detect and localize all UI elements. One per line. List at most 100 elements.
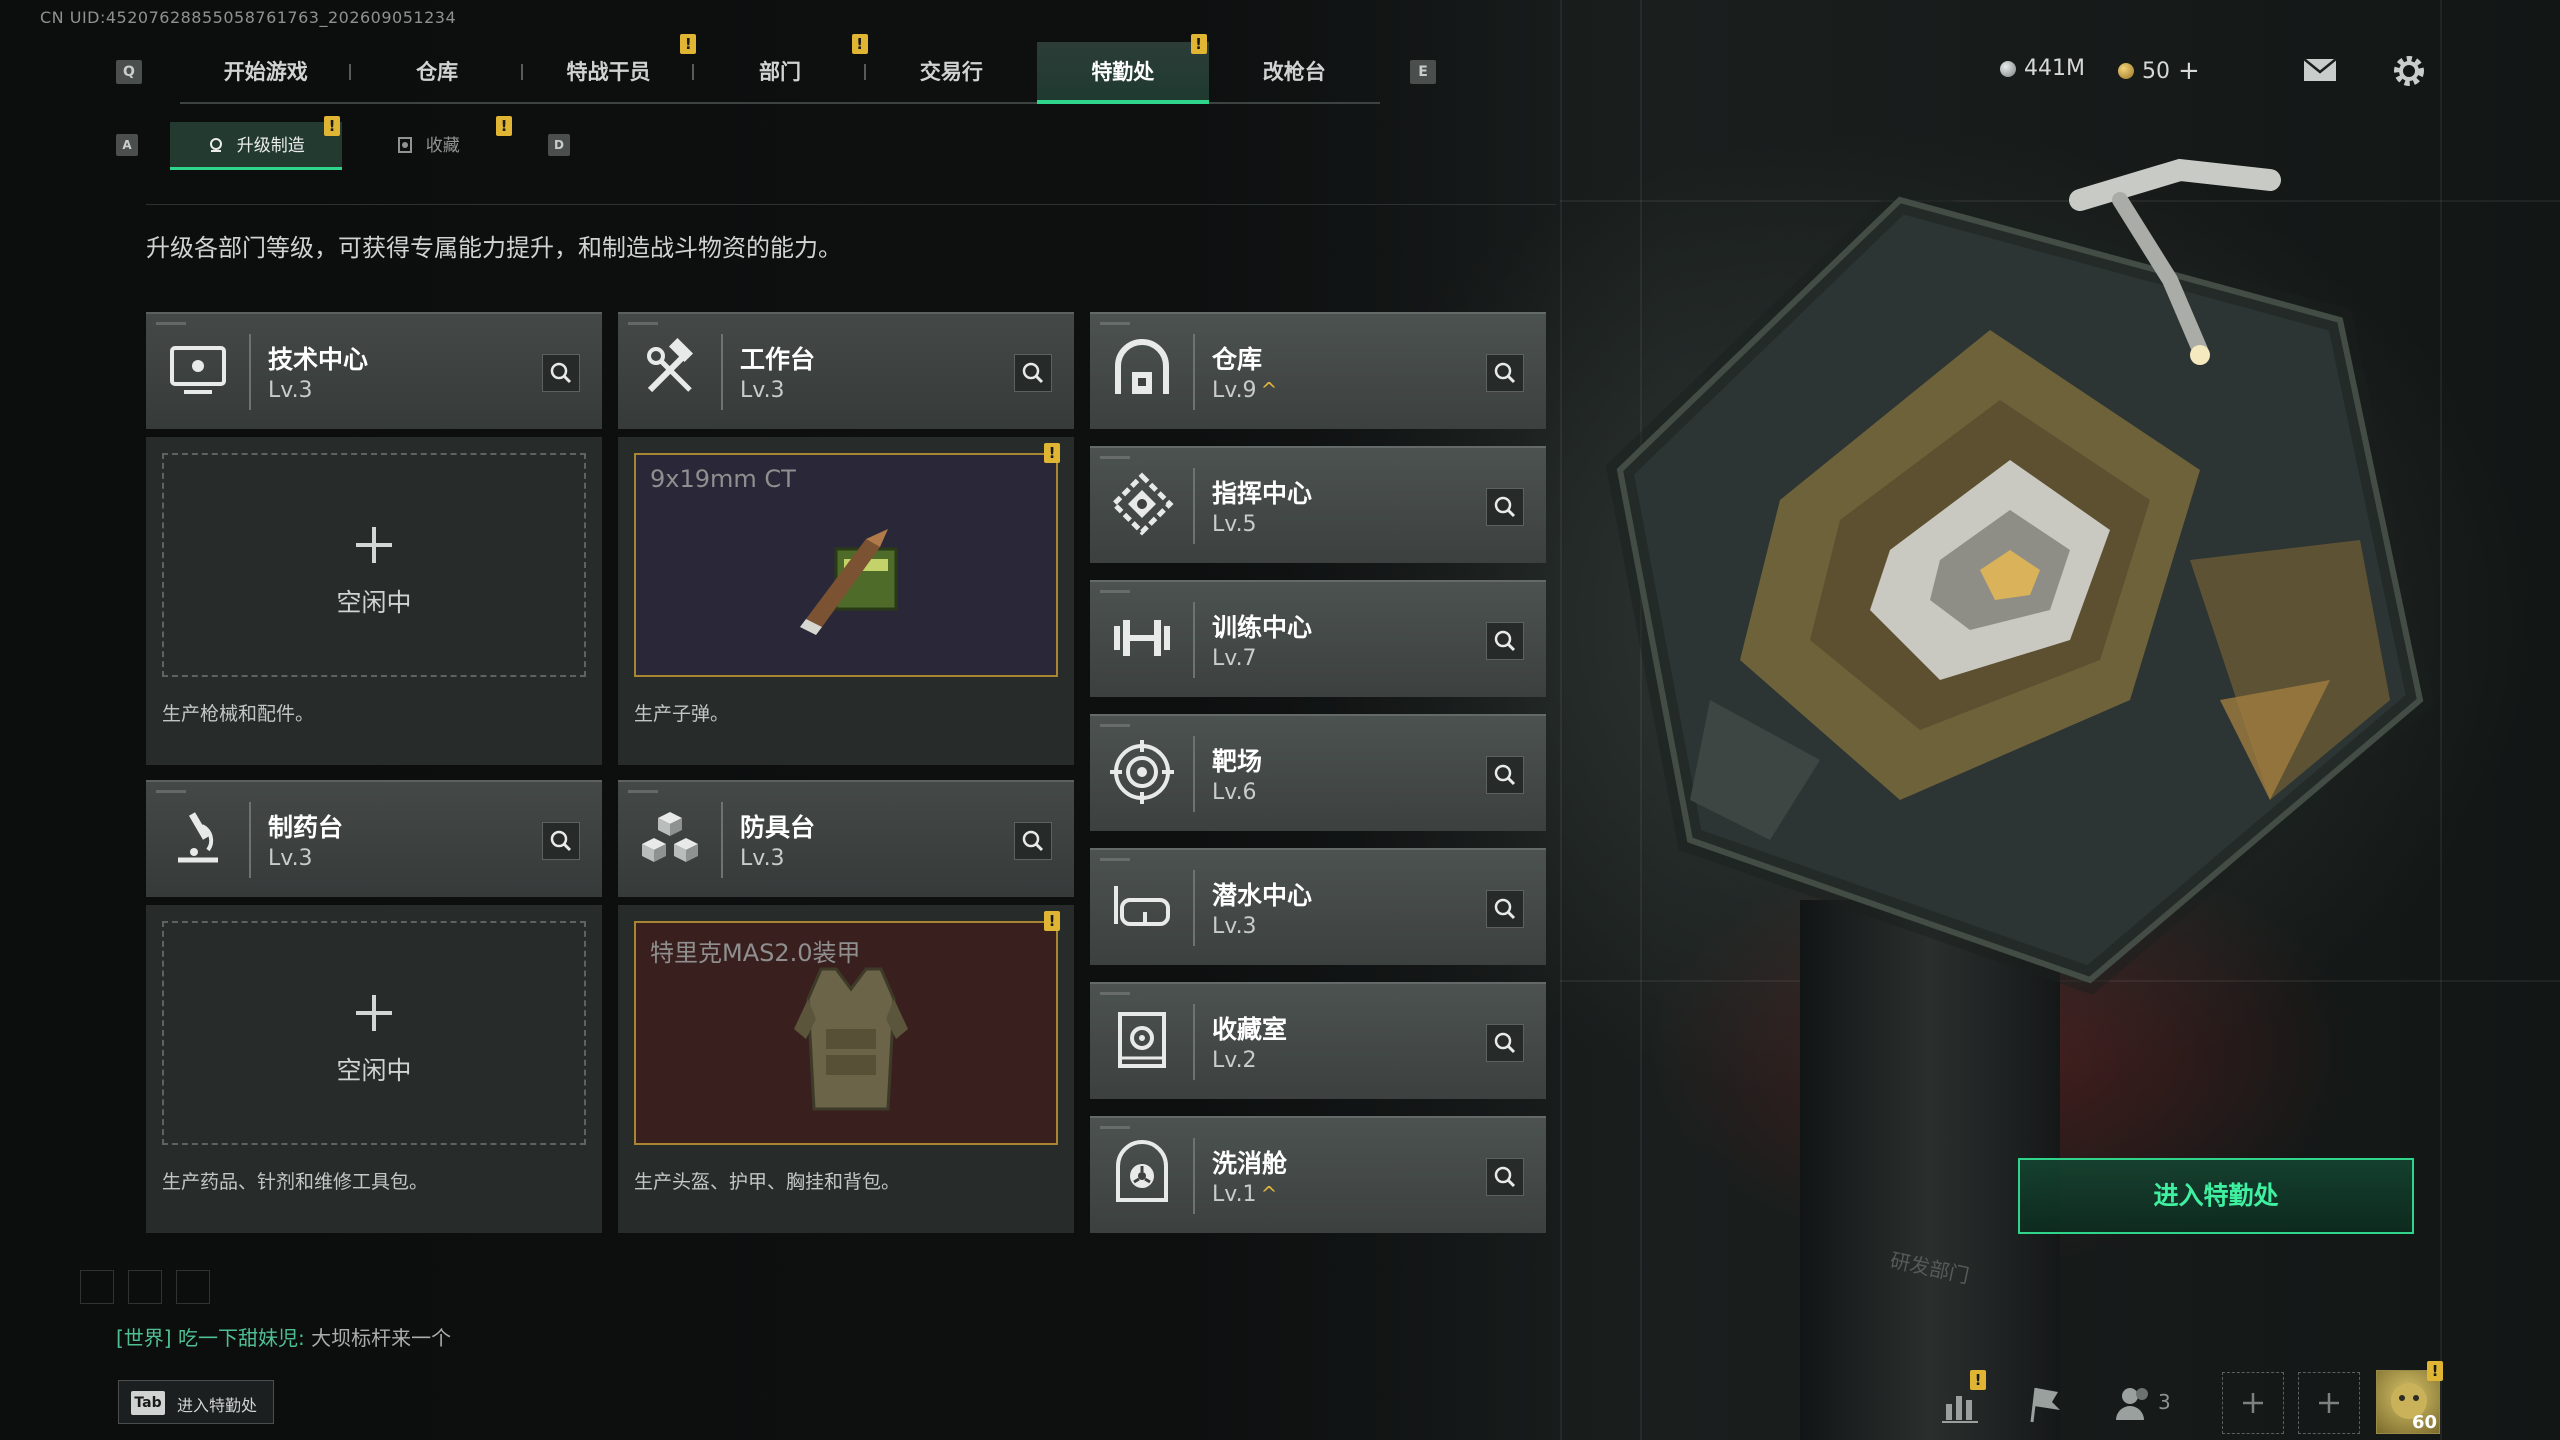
card-separator (249, 802, 251, 878)
hazard-icon (1116, 1140, 1168, 1202)
command-icon (1110, 472, 1174, 536)
search-button[interactable] (542, 354, 580, 392)
search-button[interactable] (1486, 756, 1524, 794)
ammo-box-icon (800, 529, 898, 635)
search-button[interactable] (1486, 622, 1524, 660)
dept-card-pharmacy[interactable]: 制药台 Lv.3 (146, 780, 602, 897)
dept-card-shooting-range[interactable]: 靶场 Lv.6 (1090, 714, 1546, 831)
card-separator (1193, 602, 1195, 678)
dept-name: 工作台 (740, 345, 816, 374)
mail-icon[interactable] (2302, 56, 2338, 84)
idle-slot[interactable]: 空闲中 (162, 453, 586, 677)
dept-card-workbench[interactable]: 工作台 Lv.3 (618, 312, 1074, 429)
friends-button[interactable]: 3 (2110, 1370, 2190, 1432)
collection-icon (398, 137, 413, 153)
search-button[interactable] (1486, 1158, 1524, 1196)
add-slot-button[interactable] (2298, 1372, 2360, 1434)
search-icon (1494, 764, 1516, 786)
dept-name: 防具台 (740, 813, 816, 842)
tab-collection[interactable]: 收藏 ! (342, 116, 514, 170)
alert-badge: ! (496, 116, 512, 136)
search-icon (1494, 496, 1516, 518)
plus-icon (2243, 1393, 2263, 1413)
tab-start-game[interactable]: 开始游戏 (180, 42, 352, 102)
friends-icon (2116, 1388, 2148, 1420)
player-avatar[interactable]: 60 ! (2376, 1361, 2443, 1434)
dept-card-training-center[interactable]: 训练中心 Lv.7 (1090, 580, 1546, 697)
dept-level: Lv.2 (1212, 1048, 1257, 1073)
dept-card-armor-bench[interactable]: 防具台 Lv.3 (618, 780, 1074, 897)
stats-button[interactable]: ! (1934, 1370, 1988, 1432)
search-icon (1494, 630, 1516, 652)
dept-name: 技术中心 (268, 345, 369, 374)
search-icon (550, 830, 572, 852)
dept-caption: 生产枪械和配件。 (162, 703, 315, 725)
search-button[interactable] (1486, 890, 1524, 928)
card-decoration (628, 322, 658, 325)
robot-arm-icon (2069, 158, 2281, 365)
slot-status: 空闲中 (336, 588, 412, 617)
search-button[interactable] (1014, 822, 1052, 860)
crafting-slot[interactable]: 9x19mm CT (634, 453, 1058, 677)
dept-level: Lv.1 ^ (1212, 1182, 1278, 1207)
card-separator (1193, 736, 1195, 812)
search-icon (1494, 1166, 1516, 1188)
add-coins-button[interactable]: + (2178, 56, 2200, 86)
dept-card-diving-center[interactable]: 潜水中心 Lv.3 (1090, 848, 1546, 965)
tab-upgrade-craft[interactable]: 升级制造 ! (170, 116, 342, 170)
chat-sender: 吃一下甜妹児: (177, 1326, 305, 1350)
card-separator (1193, 870, 1195, 946)
chat-message[interactable]: [世界] 吃一下甜妹児: 大坝标杆来一个 (116, 1322, 451, 1351)
alert-badge: ! (1190, 34, 1207, 54)
card-decoration (1100, 322, 1130, 325)
flag-icon[interactable] (2018, 1370, 2072, 1432)
dept-level: Lv.3 (268, 846, 313, 871)
search-button[interactable] (1486, 1024, 1524, 1062)
production-panel-tech-center: 空闲中 生产枪械和配件。 (146, 437, 602, 765)
dept-caption: 生产药品、针剂和维修工具包。 (162, 1171, 429, 1193)
tab-gunsmith[interactable]: 改枪台 (1209, 42, 1380, 102)
resource-bar: 441M 50 + (2000, 56, 2560, 86)
card-separator (249, 334, 251, 410)
dept-card-warehouse[interactable]: 仓库 Lv.9 ^ (1090, 312, 1546, 429)
dept-card-command-center[interactable]: 指挥中心 Lv.5 (1090, 446, 1546, 563)
dept-name: 训练中心 (1212, 613, 1313, 642)
card-decoration (156, 322, 186, 325)
card-separator (1193, 334, 1195, 410)
search-button[interactable] (1486, 488, 1524, 526)
dept-card-decontamination[interactable]: 洗消舱 Lv.1 ^ (1090, 1116, 1546, 1233)
plus-icon (356, 995, 392, 1031)
tab-operators[interactable]: 特战干员 ! (523, 34, 697, 102)
tab-trading[interactable]: 交易行 (866, 42, 1037, 102)
tab-hint-button[interactable]: Tab 进入特勤处 (118, 1380, 274, 1424)
crafting-slot[interactable]: 特里克MAS2.0装甲 (634, 921, 1058, 1145)
dept-level: Lv.3 (740, 846, 785, 871)
search-button[interactable] (542, 822, 580, 860)
hammer-wrench-icon (647, 337, 694, 393)
slot-status: 空闲中 (336, 1056, 412, 1085)
card-separator (721, 334, 723, 410)
search-button[interactable] (1014, 354, 1052, 392)
dept-level: Lv.3 (1212, 914, 1257, 939)
enter-special-ops-button[interactable]: 进入特勤处 (2018, 1158, 2414, 1234)
chat-channel: [世界] (116, 1326, 172, 1350)
tab-warehouse[interactable]: 仓库 (351, 42, 523, 102)
dept-card-tech-center[interactable]: 技术中心 Lv.3 (146, 312, 602, 429)
add-slot-button[interactable] (2222, 1372, 2284, 1434)
tab-departments[interactable]: 部门 ! (694, 34, 868, 102)
page-description: 升级各部门等级，可获得专属能力提升，和制造战斗物资的能力。 (146, 234, 842, 262)
production-panel-workbench: 9x19mm CT ! 生产子弹。 (618, 437, 1074, 765)
settings-gear-icon[interactable] (2392, 54, 2426, 88)
card-separator (721, 802, 723, 878)
coin-display: 50 + (2118, 56, 2200, 86)
key-hint-prev-sub: A (116, 134, 138, 156)
dept-card-collection-room[interactable]: 收藏室 Lv.2 (1090, 982, 1546, 1099)
production-panel-armor-bench: 特里克MAS2.0装甲 ! 生产头盔、护甲、胸挂和背包。 (618, 905, 1074, 1233)
search-button[interactable] (1486, 354, 1524, 392)
production-panel-pharmacy: 空闲中 生产药品、针剂和维修工具包。 (146, 905, 602, 1233)
search-icon (550, 362, 572, 384)
tab-special-ops[interactable]: 特勤处 ! (1037, 34, 1209, 104)
alert-badge: ! (1970, 1370, 1986, 1390)
idle-slot[interactable]: 空闲中 (162, 921, 586, 1145)
card-decoration (1100, 992, 1130, 995)
